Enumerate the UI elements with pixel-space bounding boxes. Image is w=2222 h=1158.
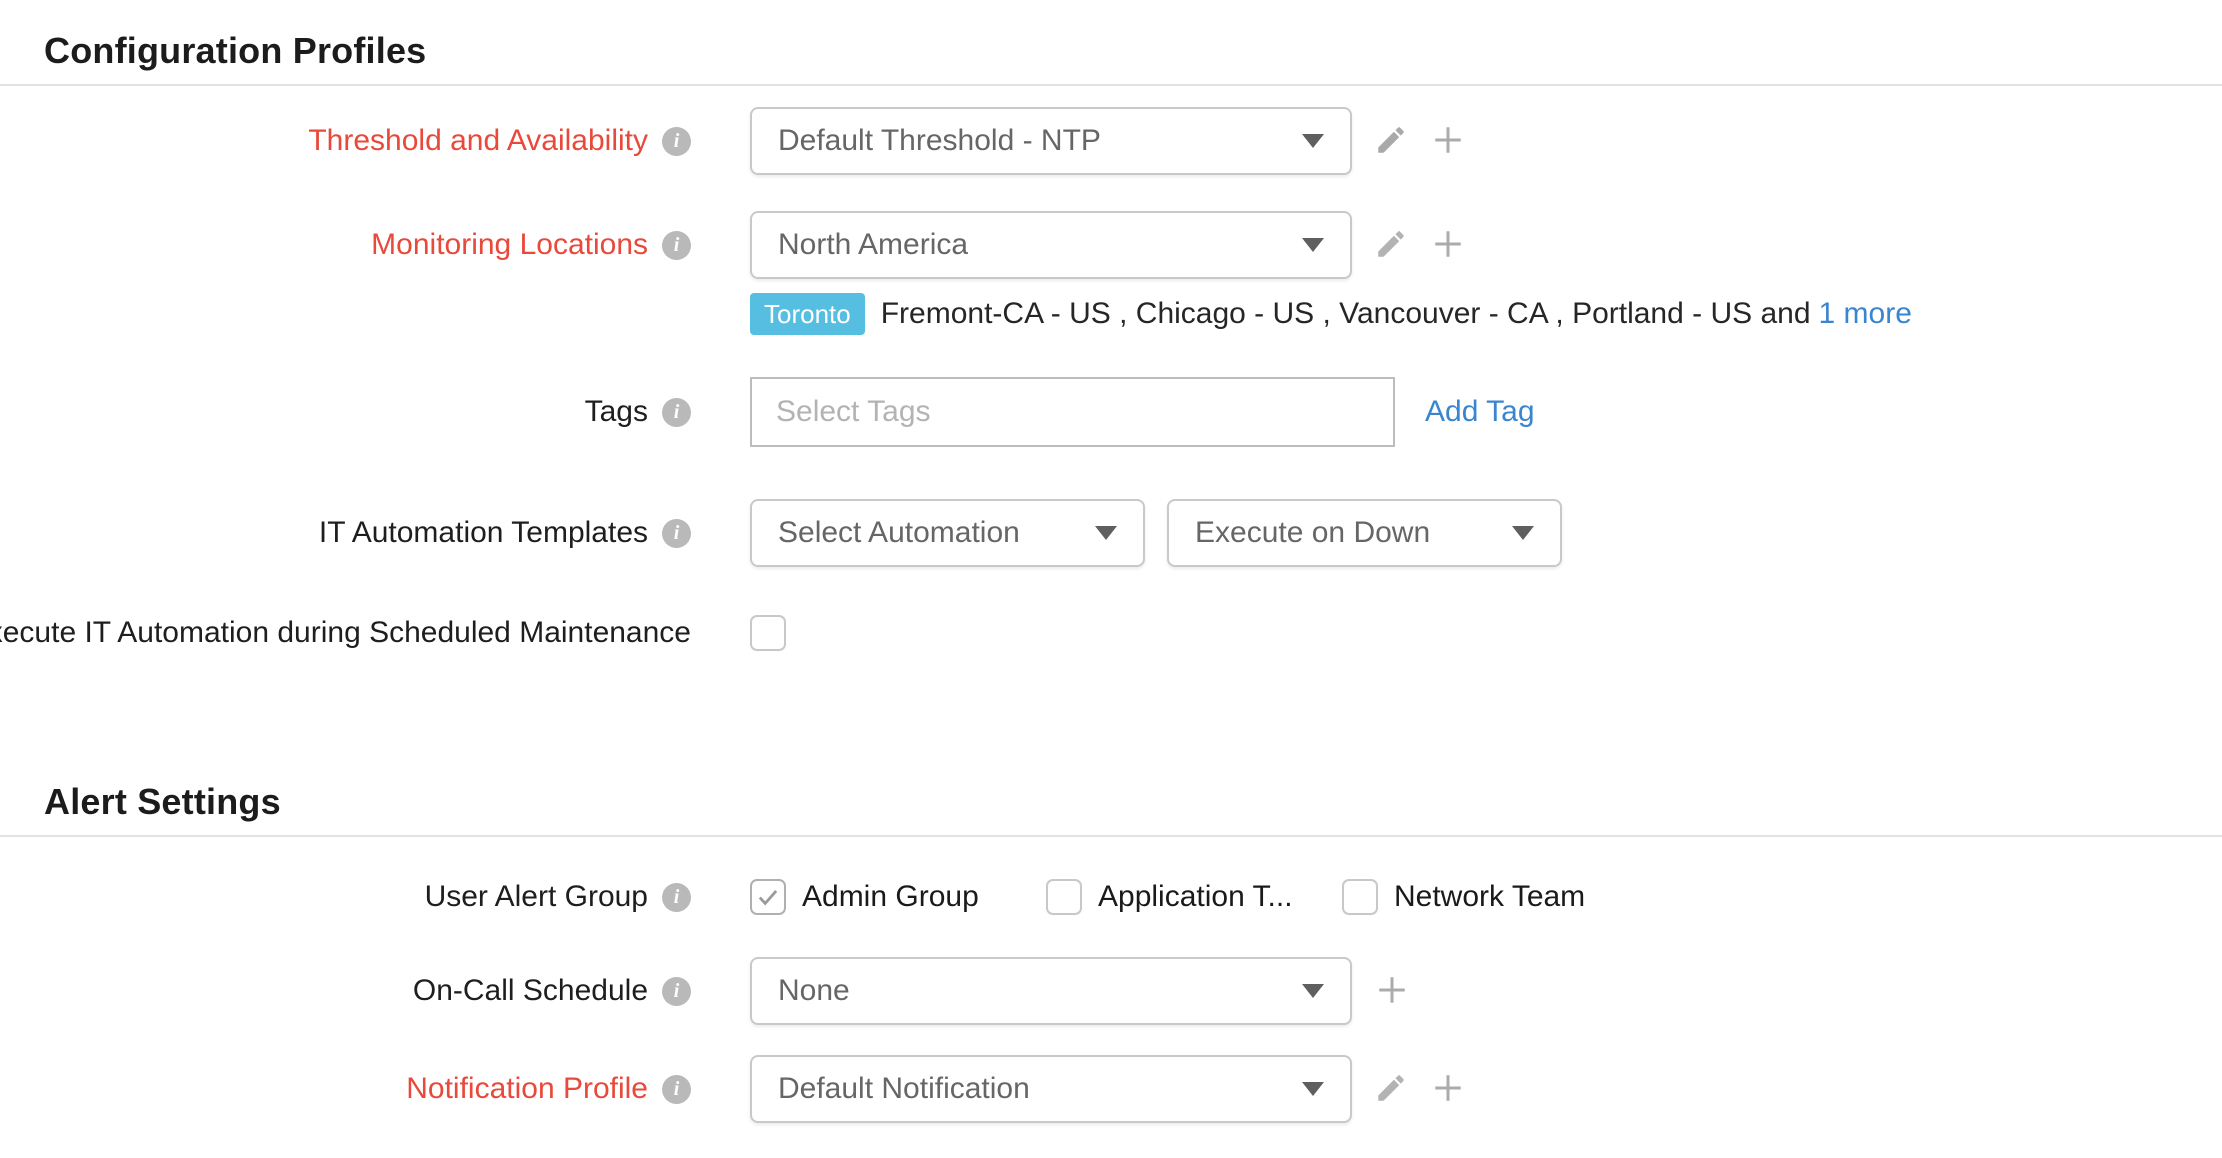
threshold-label-group: Threshold and Availability i — [0, 124, 691, 158]
maintenance-label-group: Execute IT Automation during Scheduled M… — [0, 616, 691, 650]
plus-icon — [1430, 1070, 1466, 1109]
maintenance-automation-checkbox[interactable] — [750, 615, 786, 651]
oncall-controls: None — [750, 957, 1410, 1025]
automation-controls: Select Automation Execute on Down — [750, 499, 1562, 567]
edit-threshold-button[interactable] — [1374, 123, 1408, 160]
maintenance-controls — [750, 615, 786, 651]
caret-down-icon — [1512, 526, 1534, 540]
pencil-icon — [1374, 1071, 1408, 1108]
notification-controls: Default Notification — [750, 1055, 1466, 1123]
info-icon[interactable]: i — [662, 127, 691, 156]
select-automation-dropdown[interactable]: Select Automation — [750, 499, 1145, 567]
monitoring-locations-label: Monitoring Locations — [371, 228, 648, 262]
oncall-label-group: On-Call Schedule i — [0, 974, 691, 1008]
alert-group-option: Application T... — [1046, 879, 1342, 915]
selected-locations-detail: Toronto Fremont-CA - US , Chicago - US ,… — [750, 293, 1912, 335]
location-badge: Toronto — [750, 293, 865, 335]
more-locations-link[interactable]: 1 more — [1819, 297, 1912, 330]
network-team-label: Network Team — [1394, 880, 1585, 914]
edit-notification-profile-button[interactable] — [1374, 1071, 1408, 1108]
threshold-availability-row: Threshold and Availability i Default Thr… — [0, 107, 2222, 175]
caret-down-icon — [1302, 238, 1324, 252]
caret-down-icon — [1302, 984, 1324, 998]
execute-on-value: Execute on Down — [1195, 516, 1430, 550]
tags-label: Tags — [585, 395, 648, 429]
add-threshold-button[interactable] — [1430, 122, 1466, 161]
on-call-schedule-label: On-Call Schedule — [413, 974, 648, 1008]
add-tag-link[interactable]: Add Tag — [1425, 395, 1535, 429]
info-icon[interactable]: i — [662, 398, 691, 427]
caret-down-icon — [1302, 1082, 1324, 1096]
notification-profile-value: Default Notification — [778, 1072, 1030, 1106]
plus-icon — [1430, 226, 1466, 265]
tags-controls: Add Tag — [750, 377, 1535, 447]
alert-group-option: Network Team — [1342, 879, 1585, 915]
info-icon[interactable]: i — [662, 1075, 691, 1104]
it-automation-row: IT Automation Templates i Select Automat… — [0, 499, 2222, 567]
admin-group-label: Admin Group — [802, 880, 979, 914]
maintenance-automation-row: Execute IT Automation during Scheduled M… — [0, 615, 2222, 651]
alert-group-option: Admin Group — [750, 879, 1046, 915]
it-automation-templates-label: IT Automation Templates — [319, 516, 648, 550]
notification-profile-row: Notification Profile i Default Notificat… — [0, 1055, 2222, 1123]
section-title-configuration-profiles: Configuration Profiles — [0, 0, 2222, 86]
threshold-profile-value: Default Threshold - NTP — [778, 124, 1101, 158]
admin-group-checkbox[interactable] — [750, 879, 786, 915]
pencil-icon — [1374, 227, 1408, 264]
user-alert-group-row: User Alert Group i Admin Group Applicati… — [0, 879, 2222, 915]
selected-locations-row: Toronto Fremont-CA - US , Chicago - US ,… — [0, 293, 2222, 335]
locations-label-group: Monitoring Locations i — [0, 228, 691, 262]
plus-icon — [1430, 122, 1466, 161]
locations-list-text: Fremont-CA - US , Chicago - US , Vancouv… — [881, 297, 1912, 331]
tags-row: Tags i Add Tag — [0, 377, 2222, 447]
notification-profile-dropdown[interactable]: Default Notification — [750, 1055, 1352, 1123]
automation-label-group: IT Automation Templates i — [0, 516, 691, 550]
info-icon[interactable]: i — [662, 519, 691, 548]
checkmark-icon — [754, 883, 782, 911]
application-team-checkbox[interactable] — [1046, 879, 1082, 915]
notification-label-group: Notification Profile i — [0, 1072, 691, 1106]
execute-on-dropdown[interactable]: Execute on Down — [1167, 499, 1562, 567]
info-icon[interactable]: i — [662, 883, 691, 912]
threshold-availability-label: Threshold and Availability — [308, 124, 648, 158]
monitoring-locations-value: North America — [778, 228, 968, 262]
notification-profile-label: Notification Profile — [406, 1072, 648, 1106]
caret-down-icon — [1095, 526, 1117, 540]
uag-options: Admin Group Application T... Network Tea… — [750, 879, 1585, 915]
select-automation-value: Select Automation — [778, 516, 1020, 550]
add-on-call-schedule-button[interactable] — [1374, 972, 1410, 1011]
uag-label-group: User Alert Group i — [0, 880, 691, 914]
pencil-icon — [1374, 123, 1408, 160]
monitoring-locations-row: Monitoring Locations i North America — [0, 211, 2222, 279]
execute-automation-maintenance-label: Execute IT Automation during Scheduled M… — [0, 616, 691, 650]
tags-label-group: Tags i — [0, 395, 691, 429]
tags-input[interactable] — [750, 377, 1395, 447]
plus-icon — [1374, 972, 1410, 1011]
user-alert-group-label: User Alert Group — [425, 880, 648, 914]
on-call-schedule-row: On-Call Schedule i None — [0, 957, 2222, 1025]
on-call-schedule-value: None — [778, 974, 850, 1008]
threshold-profile-dropdown[interactable]: Default Threshold - NTP — [750, 107, 1352, 175]
caret-down-icon — [1302, 134, 1324, 148]
monitoring-locations-dropdown[interactable]: North America — [750, 211, 1352, 279]
add-location-profile-button[interactable] — [1430, 226, 1466, 265]
network-team-checkbox[interactable] — [1342, 879, 1378, 915]
threshold-controls: Default Threshold - NTP — [750, 107, 1466, 175]
section-title-alert-settings: Alert Settings — [0, 751, 2222, 837]
edit-locations-button[interactable] — [1374, 227, 1408, 264]
locations-list: Fremont-CA - US , Chicago - US , Vancouv… — [881, 297, 1811, 330]
configuration-form-page: Configuration Profiles Threshold and Ava… — [0, 0, 2222, 1158]
locations-controls: North America — [750, 211, 1466, 279]
info-icon[interactable]: i — [662, 231, 691, 260]
application-team-label: Application T... — [1098, 880, 1293, 914]
on-call-schedule-dropdown[interactable]: None — [750, 957, 1352, 1025]
add-notification-profile-button[interactable] — [1430, 1070, 1466, 1109]
info-icon[interactable]: i — [662, 977, 691, 1006]
